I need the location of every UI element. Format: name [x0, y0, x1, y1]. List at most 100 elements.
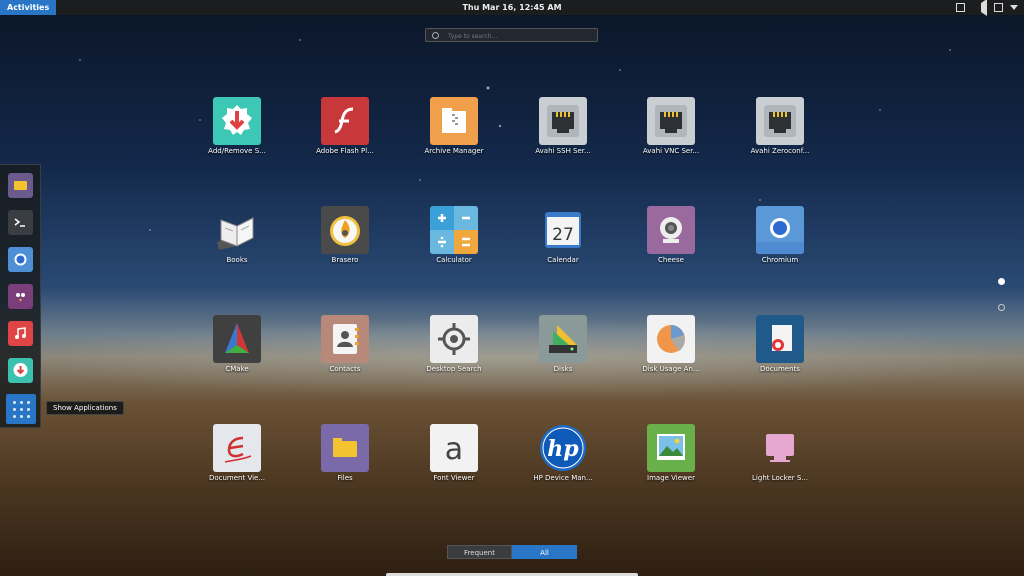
app-calendar[interactable]: 27 Calendar [508, 206, 618, 264]
software-icon [213, 97, 261, 145]
app-avahi-vnc[interactable]: Avahi VNC Ser... [616, 97, 726, 155]
app-files[interactable]: Files [290, 424, 400, 482]
search-icon [432, 32, 439, 39]
network-port-icon [756, 97, 804, 145]
app-label: Brasero [331, 256, 359, 264]
app-disks[interactable]: Disks [508, 315, 618, 373]
book-icon [213, 206, 261, 254]
clock[interactable]: Thu Mar 16, 12:45 AM [0, 0, 1024, 15]
app-label: Avahi VNC Ser... [642, 147, 700, 155]
app-label: Archive Manager [424, 147, 484, 155]
search-input[interactable] [446, 30, 590, 42]
chromium-icon [756, 206, 804, 254]
font-glyph: a [445, 432, 463, 467]
flash-icon [321, 97, 369, 145]
app-archive-manager[interactable]: Archive Manager [399, 97, 509, 155]
volume-icon[interactable] [972, 0, 987, 16]
app-label: Add/Remove S... [208, 147, 266, 155]
page-indicator-inactive[interactable] [998, 304, 1005, 311]
dock-software-icon[interactable] [8, 358, 33, 383]
network-port-icon [647, 97, 695, 145]
app-cheese[interactable]: Cheese [616, 206, 726, 264]
top-bar: Activities Thu Mar 16, 12:45 AM [0, 0, 1024, 16]
app-label: Avahi Zeroconf... [750, 147, 810, 155]
show-applications-button[interactable] [6, 394, 36, 424]
app-document-viewer[interactable]: Document Vie... [182, 424, 292, 482]
app-label: Documents [760, 365, 800, 373]
app-label: Files [337, 474, 353, 482]
image-icon [647, 424, 695, 472]
frequent-tab[interactable]: Frequent [447, 545, 512, 559]
app-label: Avahi SSH Ser... [535, 147, 591, 155]
app-chromium[interactable]: Chromium [725, 206, 835, 264]
app-hp-device-manager[interactable]: hp HP Device Man... [508, 424, 618, 482]
app-books[interactable]: Books [182, 206, 292, 264]
all-tab[interactable]: All [512, 545, 577, 559]
app-brasero[interactable]: Brasero [290, 206, 400, 264]
pie-chart-icon [647, 315, 695, 363]
hp-logo-icon: hp [539, 424, 587, 472]
dock-music-icon[interactable] [8, 321, 33, 346]
document-viewer-icon [213, 424, 261, 472]
app-avahi-zeroconf[interactable]: Avahi Zeroconf... [725, 97, 835, 155]
cmake-icon [213, 315, 261, 363]
search-target-icon [430, 315, 478, 363]
light-locker-icon [756, 424, 804, 472]
search-box[interactable] [425, 28, 598, 42]
app-label: Calculator [436, 256, 472, 264]
archive-icon [430, 97, 478, 145]
app-font-viewer[interactable]: a Font Viewer [399, 424, 509, 482]
app-label: Contacts [329, 365, 361, 373]
app-avahi-ssh[interactable]: Avahi SSH Ser... [508, 97, 618, 155]
app-calculator[interactable]: Calculator [399, 206, 509, 264]
app-label: HP Device Man... [533, 474, 593, 482]
app-label: Light Locker S... [752, 474, 808, 482]
app-label: Desktop Search [426, 365, 482, 373]
app-image-viewer[interactable]: Image Viewer [616, 424, 726, 482]
app-label: Calendar [547, 256, 579, 264]
calculator-icon [430, 206, 478, 254]
app-light-locker[interactable]: Light Locker S... [725, 424, 835, 482]
disks-icon [539, 315, 587, 363]
dock-files-icon[interactable] [8, 173, 33, 198]
font-icon: a [430, 424, 478, 472]
app-label: Disks [553, 365, 573, 373]
app-cmake[interactable]: CMake [182, 315, 292, 373]
app-label: CMake [225, 365, 249, 373]
hp-glyph: hp [547, 436, 579, 462]
app-label: Chromium [761, 256, 799, 264]
dock-chromium-icon[interactable] [8, 247, 33, 272]
app-desktop-search[interactable]: Desktop Search [399, 315, 509, 373]
show-applications-tooltip: Show Applications [46, 401, 124, 415]
app-label: Cheese [658, 256, 684, 264]
dock-pidgin-icon[interactable] [8, 284, 33, 309]
calendar-icon: 27 [539, 206, 587, 254]
page-indicator-active[interactable] [998, 278, 1005, 285]
app-label: Font Viewer [433, 474, 475, 482]
view-switcher: Frequent All [447, 545, 577, 559]
calendar-day: 27 [552, 225, 574, 245]
app-label: Document Vie... [208, 474, 266, 482]
app-documents[interactable]: Documents [725, 315, 835, 373]
app-add-remove-software[interactable]: Add/Remove S... [182, 97, 292, 155]
display-icon[interactable] [956, 3, 965, 12]
app-label: Adobe Flash Pl... [316, 147, 374, 155]
folder-icon [321, 424, 369, 472]
dash [0, 164, 41, 428]
wallpaper-stars [0, 0, 1024, 576]
app-contacts[interactable]: Contacts [290, 315, 400, 373]
contacts-icon [321, 315, 369, 363]
app-label: Image Viewer [647, 474, 695, 482]
app-disk-usage-analyzer[interactable]: Disk Usage An... [616, 315, 726, 373]
disc-burner-icon [321, 206, 369, 254]
dropdown-arrow-icon[interactable] [1010, 5, 1018, 10]
app-label: Disk Usage An... [642, 365, 700, 373]
webcam-icon [647, 206, 695, 254]
app-adobe-flash[interactable]: Adobe Flash Pl... [290, 97, 400, 155]
network-port-icon [539, 97, 587, 145]
app-label: Books [226, 256, 248, 264]
dock-terminal-icon[interactable] [8, 210, 33, 235]
documents-icon [756, 315, 804, 363]
system-tray[interactable] [956, 0, 1018, 16]
checkbox-icon[interactable] [994, 3, 1003, 12]
